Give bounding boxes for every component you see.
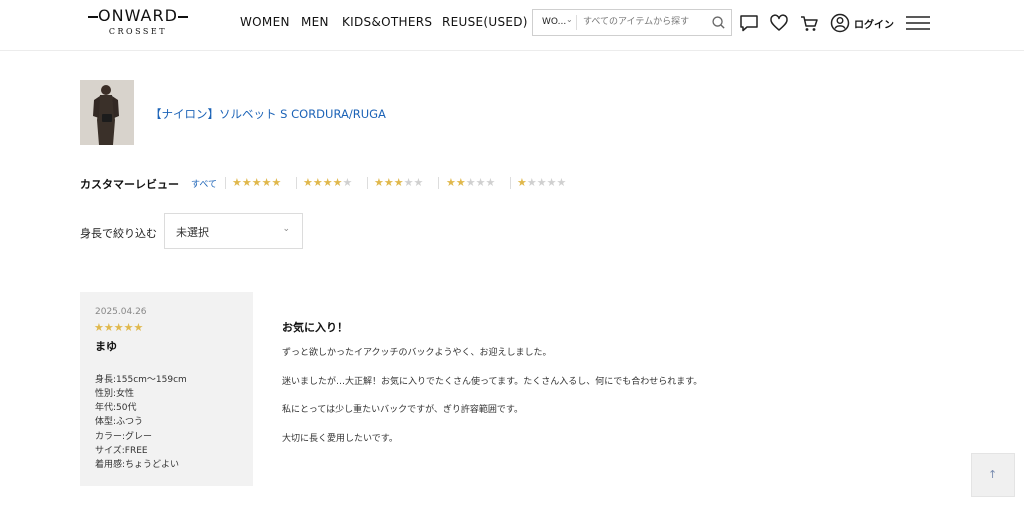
reviewer-attribute: 体型:ふつう: [95, 417, 144, 427]
star-filled-icon: ★: [517, 176, 527, 189]
star-filled-icon: ★: [133, 321, 144, 334]
review-paragraph: 迷いましたが…大正解！お気に入りでたくさん使ってます。たくさん入るし、何にでも合…: [282, 377, 703, 387]
reviewer-attribute: 年代:50代: [95, 403, 137, 413]
star-filled-icon: ★: [251, 176, 262, 189]
heart-icon[interactable]: [768, 12, 790, 34]
review-paragraph: ずっと欲しかったイアクッチのバックようやく、お迎えしました。: [282, 348, 552, 358]
star-empty-icon: ★: [546, 176, 557, 189]
star-empty-icon: ★: [413, 176, 424, 189]
filter-4-star-link[interactable]: ★★★★★: [303, 177, 352, 189]
star-filled-icon: ★: [393, 176, 404, 189]
search-input[interactable]: [583, 14, 701, 30]
star-filled-icon: ★: [374, 176, 384, 189]
star-filled-icon: ★: [232, 176, 242, 189]
review-title: お気に入り！: [282, 321, 348, 334]
reviewer-attribute: 性別:女性: [95, 389, 135, 399]
nav-kids-others[interactable]: KIDS&OTHERS: [342, 15, 432, 29]
star-filled-icon: ★: [123, 321, 134, 334]
search-icon[interactable]: [711, 15, 726, 30]
review-date: 2025.04.26: [95, 307, 147, 317]
star-filled-icon: ★: [241, 176, 252, 189]
star-empty-icon: ★: [485, 176, 496, 189]
menu-icon[interactable]: [905, 12, 931, 34]
arrow-up-icon: ↑: [988, 468, 998, 481]
product-title-link[interactable]: 【ナイロン】ソルベット S CORDURA/RUGA: [150, 106, 386, 122]
chevron-down-icon: ⌄: [566, 15, 573, 24]
cart-icon[interactable]: [798, 12, 820, 34]
star-empty-icon: ★: [465, 176, 476, 189]
brand-logo[interactable]: ONWARD CROSSET: [86, 6, 190, 40]
divider: [296, 177, 297, 189]
divider: [438, 177, 439, 189]
star-filled-icon: ★: [103, 321, 114, 334]
login-link[interactable]: ログイン: [854, 16, 894, 31]
star-filled-icon: ★: [332, 176, 343, 189]
site-header: ONWARD CROSSET WOMEN MEN KIDS&OTHERS REU…: [0, 0, 1024, 51]
filter-2-star-link[interactable]: ★★★★★: [446, 177, 495, 189]
star-empty-icon: ★: [526, 176, 537, 189]
filter-all-link[interactable]: すべて: [191, 177, 217, 190]
chevron-down-icon: ⌄: [282, 224, 290, 234]
filter-1-star-link[interactable]: ★★★★★: [517, 177, 566, 189]
reviewer-attribute: カラー:グレー: [95, 432, 153, 442]
height-filter-select[interactable]: 未選択 ⌄: [164, 213, 303, 249]
divider: [510, 177, 511, 189]
height-filter-label: 身長で絞り込む: [80, 227, 157, 240]
star-empty-icon: ★: [475, 176, 486, 189]
star-filled-icon: ★: [312, 176, 323, 189]
star-empty-icon: ★: [556, 176, 567, 189]
back-to-top-button[interactable]: ↑: [971, 453, 1015, 497]
search-category-select[interactable]: WO...: [542, 17, 566, 27]
star-filled-icon: ★: [261, 176, 272, 189]
filter-3-star-link[interactable]: ★★★★★: [374, 177, 423, 189]
star-filled-icon: ★: [322, 176, 333, 189]
star-filled-icon: ★: [383, 176, 394, 189]
nav-women[interactable]: WOMEN: [240, 15, 290, 29]
star-filled-icon: ★: [271, 176, 282, 189]
star-filled-icon: ★: [303, 176, 313, 189]
divider: [225, 177, 226, 189]
review-paragraph: 大切に長く愛用したいです。: [282, 434, 398, 444]
chat-icon[interactable]: [738, 12, 760, 34]
reviewer-attribute: サイズ:FREE: [95, 446, 148, 456]
search-box: WO... ⌄: [532, 9, 732, 36]
divider: [367, 177, 368, 189]
filter-5-star-link[interactable]: ★★★★★: [232, 177, 281, 189]
reviewer-attribute: 身長:155cm〜159cm: [95, 375, 187, 385]
search-divider: [576, 15, 577, 30]
star-filled-icon: ★: [446, 176, 456, 189]
brand-name: ONWARD: [86, 6, 190, 26]
review-paragraph: 私にとっては少し重たいバックですが、ぎり許容範囲です。: [282, 405, 524, 415]
reviewer-attribute: 着用感:ちょうどよい: [95, 460, 180, 470]
star-filled-icon: ★: [113, 321, 124, 334]
nav-reuse[interactable]: REUSE(USED): [442, 15, 528, 29]
reviewer-info-panel: 2025.04.26 ★★★★★ まゆ 身長:155cm〜159cm 性別:女性…: [80, 292, 253, 486]
star-filled-icon: ★: [455, 176, 466, 189]
product-thumbnail[interactable]: [80, 80, 134, 145]
user-icon[interactable]: [829, 12, 851, 34]
product-photo: [80, 80, 134, 145]
customer-review-heading: カスタマーレビュー: [80, 178, 179, 191]
brand-sub: CROSSET: [108, 27, 168, 36]
reviewer-name: まゆ: [95, 340, 117, 353]
star-empty-icon: ★: [403, 176, 414, 189]
star-filled-icon: ★: [94, 321, 104, 334]
star-empty-icon: ★: [536, 176, 547, 189]
star-empty-icon: ★: [342, 176, 353, 189]
nav-men[interactable]: MEN: [301, 15, 329, 29]
height-select-value: 未選択: [176, 226, 209, 239]
review-rating-stars: ★★★★★: [94, 322, 143, 334]
